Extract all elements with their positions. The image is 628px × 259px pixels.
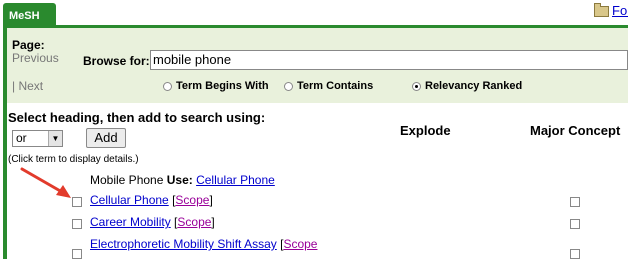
column-header-major-concept: Major Concept — [530, 123, 621, 138]
use-label: Use: — [166, 173, 193, 187]
select-heading-instruction: Select heading, then add to search using… — [8, 110, 266, 125]
scope-link[interactable]: Scope — [283, 237, 317, 251]
left-accent-bar — [3, 28, 7, 259]
annotation-arrow-icon — [20, 167, 71, 198]
tab-mesh[interactable]: MeSH — [3, 3, 56, 26]
browse-for-label: Browse for: — [83, 54, 150, 68]
mesh-browser: MeSH Fol Page: Previous | Next Browse fo… — [0, 0, 628, 259]
operator-select[interactable]: or ▼ — [12, 130, 63, 147]
result-term-link[interactable]: Electrophoretic Mobility Shift Assay — [90, 237, 277, 251]
click-term-note: (Click term to display details.) — [8, 154, 139, 165]
use-target-link[interactable]: Cellular Phone — [196, 173, 275, 187]
radio-label: Term Contains — [297, 80, 374, 92]
column-header-explode: Explode — [400, 123, 451, 138]
major-concept-checkbox[interactable] — [570, 219, 580, 229]
radio-term-begins-with[interactable]: Term Begins With — [163, 80, 269, 92]
chevron-down-icon[interactable]: ▼ — [48, 131, 62, 146]
radio-label: Term Begins With — [176, 80, 269, 92]
add-button[interactable]: Add — [86, 128, 126, 148]
result-row: Electrophoretic Mobility Shift Assay [Sc… — [90, 237, 318, 251]
result-row: Career Mobility [Scope] — [90, 215, 215, 229]
browse-input[interactable]: mobile phone — [150, 50, 628, 70]
scope-link[interactable]: Scope — [177, 215, 211, 229]
radio-button-icon[interactable] — [163, 81, 172, 91]
radio-label: Relevancy Ranked — [425, 80, 523, 92]
major-concept-checkbox[interactable] — [570, 197, 580, 207]
result-term-link[interactable]: Career Mobility — [90, 215, 171, 229]
major-concept-checkbox[interactable] — [570, 249, 580, 259]
page-label: Page: — [12, 38, 45, 52]
result-term-link[interactable]: Cellular Phone — [90, 193, 169, 207]
scope-link[interactable]: Scope — [175, 193, 209, 207]
folder-icon[interactable] — [594, 3, 609, 17]
result-checkbox[interactable] — [72, 249, 82, 259]
radio-button-selected-icon[interactable] — [412, 81, 421, 91]
result-checkbox[interactable] — [72, 219, 82, 229]
folder-link[interactable]: Fol — [612, 3, 628, 18]
radio-button-icon[interactable] — [284, 81, 293, 91]
radio-term-contains[interactable]: Term Contains — [284, 80, 373, 92]
previous-link[interactable]: Previous — [12, 51, 59, 65]
operator-value: or — [16, 131, 27, 145]
result-row: Cellular Phone [Scope] — [90, 193, 213, 207]
next-link[interactable]: | Next — [12, 79, 43, 93]
use-reference-row: Mobile Phone Use: Cellular Phone — [90, 173, 275, 187]
tab-bar: MeSH Fol — [0, 0, 628, 28]
use-term: Mobile Phone — [90, 173, 164, 187]
radio-relevancy-ranked[interactable]: Relevancy Ranked — [412, 80, 522, 92]
